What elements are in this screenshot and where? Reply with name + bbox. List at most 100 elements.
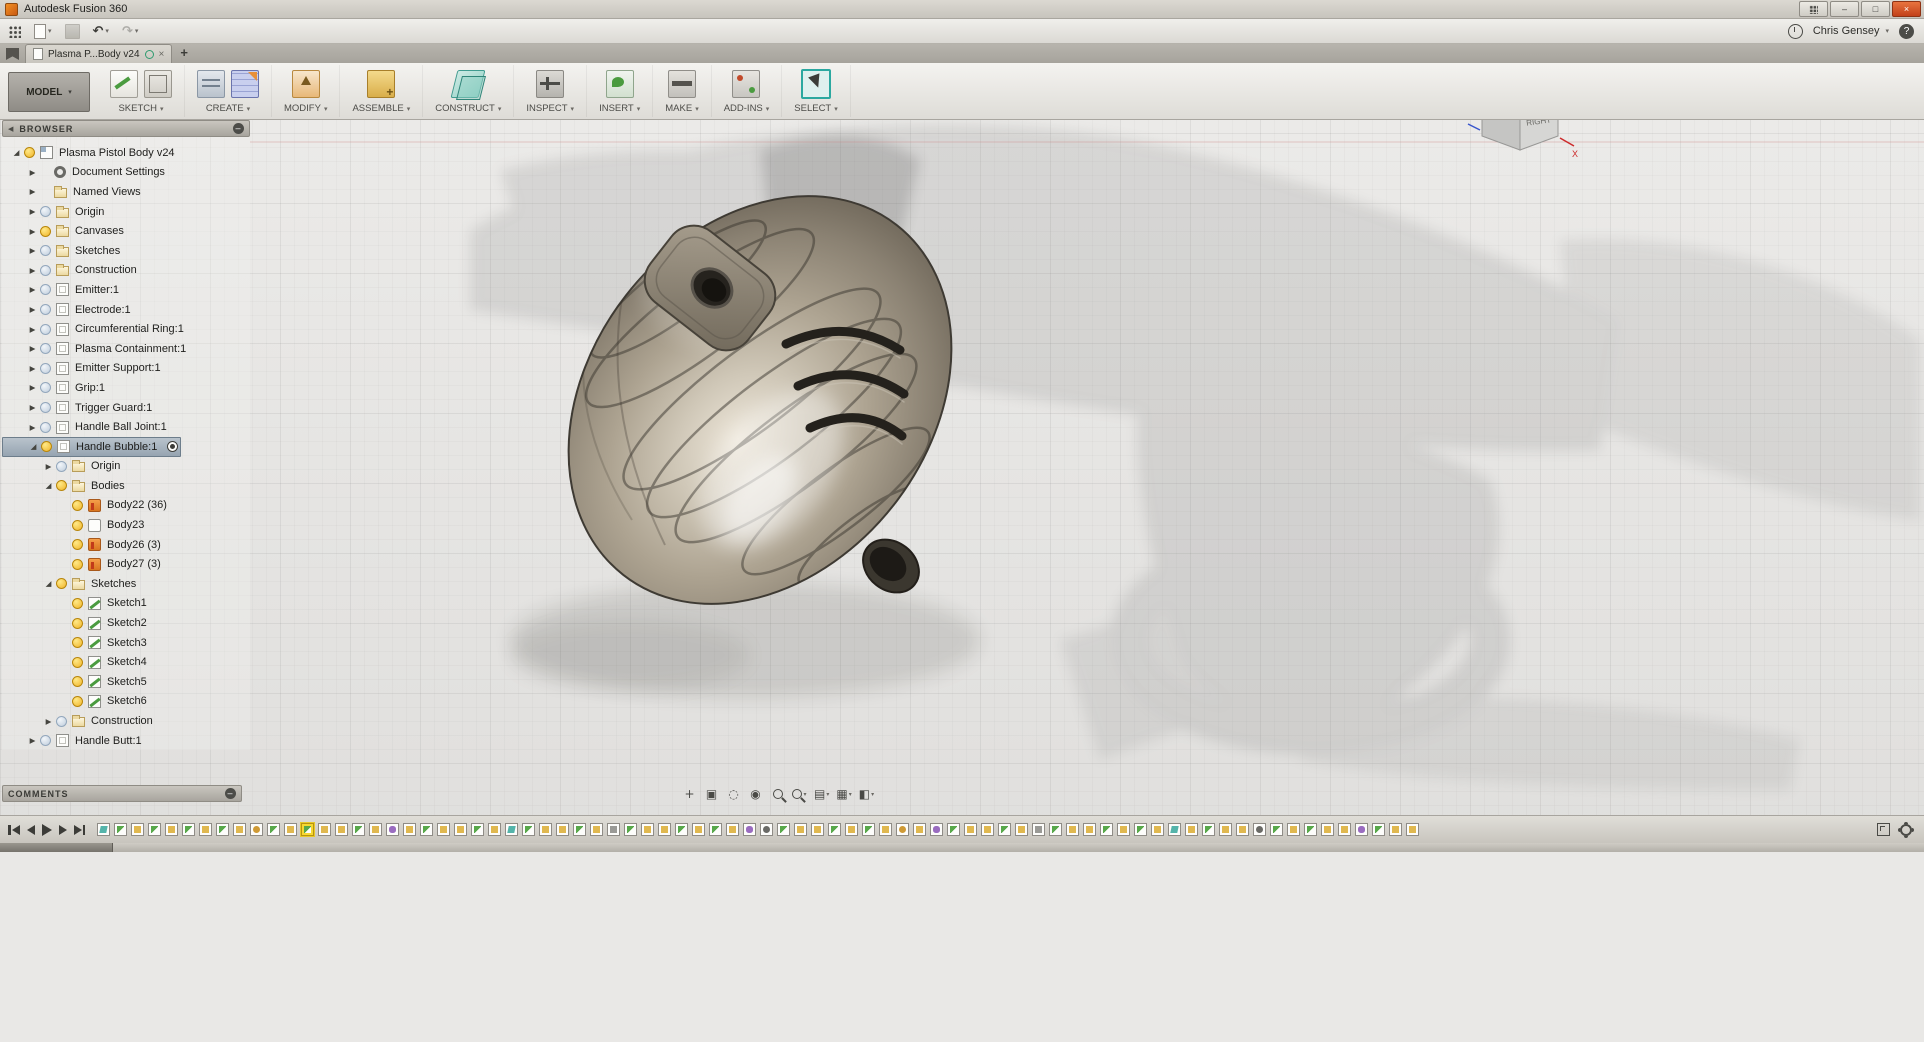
feature-feature[interactable]: [131, 823, 144, 836]
tree-item-plasma-containment-1[interactable]: ▶Plasma Containment:1: [2, 339, 250, 359]
visibility-bulb-icon[interactable]: [40, 245, 51, 256]
feature-feature[interactable]: [913, 823, 926, 836]
form-feature[interactable]: [743, 823, 756, 836]
sketch-feature[interactable]: [420, 823, 433, 836]
timeline-scrollbar-thumb[interactable]: [0, 843, 113, 852]
tree-item-body22-36-[interactable]: Body22 (36): [2, 496, 250, 516]
collapsed-arrow-icon[interactable]: ▶: [26, 736, 39, 745]
feature-feature[interactable]: [692, 823, 705, 836]
feature-feature[interactable]: [199, 823, 212, 836]
create-sketch-icon[interactable]: [110, 70, 138, 98]
sketch-feature[interactable]: [1304, 823, 1317, 836]
visibility-bulb-icon[interactable]: [40, 226, 51, 237]
tree-item-sketch3[interactable]: Sketch3: [2, 633, 250, 653]
document-tab[interactable]: Plasma P...Body v24 ×: [25, 44, 172, 63]
feature-feature[interactable]: [454, 823, 467, 836]
ribbon-group-create[interactable]: CREATE▾: [185, 65, 272, 117]
feature-feature[interactable]: [845, 823, 858, 836]
ribbon-group-insert[interactable]: INSERT▾: [587, 65, 653, 117]
expanded-arrow-icon[interactable]: ◢: [10, 148, 23, 157]
feature-feature[interactable]: [658, 823, 671, 836]
select-tool-icon[interactable]: [801, 69, 831, 99]
ribbon-group-modify[interactable]: MODIFY▾: [272, 65, 340, 117]
collapsed-arrow-icon[interactable]: ▶: [26, 305, 39, 314]
sketch-feature[interactable]: [828, 823, 841, 836]
feature-feature[interactable]: [165, 823, 178, 836]
user-account-menu[interactable]: Chris Gensey ▾: [1813, 25, 1889, 37]
expanded-arrow-icon[interactable]: ◢: [42, 579, 55, 588]
construction-plane-feature[interactable]: [1168, 823, 1181, 836]
tree-item-construction[interactable]: ▶Construction: [2, 261, 250, 281]
visibility-bulb-icon[interactable]: [40, 265, 51, 276]
mirror-feature[interactable]: [607, 823, 620, 836]
visibility-bulb-icon[interactable]: [40, 284, 51, 295]
ribbon-group-addins[interactable]: ADD-INS▾: [712, 65, 783, 117]
grid-settings-icon[interactable]: ▦▾: [836, 786, 851, 802]
collapsed-arrow-icon[interactable]: ▶: [26, 325, 39, 334]
activate-component-radio[interactable]: [167, 441, 178, 452]
feature-feature[interactable]: [1083, 823, 1096, 836]
tree-item-handle-butt-1[interactable]: ▶Handle Butt:1: [2, 731, 250, 751]
tree-item-body26-3-[interactable]: Body26 (3): [2, 535, 250, 555]
visibility-bulb-icon[interactable]: [40, 382, 51, 393]
tree-item-sketch1[interactable]: Sketch1: [2, 594, 250, 614]
sketch-feature[interactable]: [301, 823, 314, 836]
file-menu-button[interactable]: ▾: [29, 21, 57, 41]
tree-item-sketch6[interactable]: Sketch6: [2, 692, 250, 712]
mirror-feature[interactable]: [1032, 823, 1045, 836]
tree-item-emitter-1[interactable]: ▶Emitter:1: [2, 280, 250, 300]
feature-feature[interactable]: [1066, 823, 1079, 836]
feature-feature[interactable]: [488, 823, 501, 836]
app-grid-button[interactable]: [3, 21, 26, 41]
sketch-feature[interactable]: [1270, 823, 1283, 836]
visibility-bulb-icon[interactable]: [40, 304, 51, 315]
scripts-addins-icon[interactable]: [732, 70, 760, 98]
new-tab-button[interactable]: +: [180, 45, 188, 60]
feature-feature[interactable]: [981, 823, 994, 836]
primitive-box-icon[interactable]: [231, 70, 259, 98]
tree-item-origin[interactable]: ▶Origin: [2, 457, 250, 477]
help-button[interactable]: ?: [1899, 24, 1914, 39]
collapsed-arrow-icon[interactable]: ▶: [26, 285, 39, 294]
tree-item-canvases[interactable]: ▶Canvases: [2, 221, 250, 241]
sketch-feature[interactable]: [709, 823, 722, 836]
insert-canvas-icon[interactable]: [606, 70, 634, 98]
feature-feature[interactable]: [1015, 823, 1028, 836]
revolve-feature[interactable]: [896, 823, 909, 836]
construction-plane-feature[interactable]: [97, 823, 110, 836]
model-canvas[interactable]: [0, 63, 1924, 843]
feature-feature[interactable]: [284, 823, 297, 836]
collapsed-arrow-icon[interactable]: ▶: [26, 187, 39, 196]
visibility-bulb-icon[interactable]: [56, 578, 67, 589]
visibility-bulb-icon[interactable]: [72, 696, 83, 707]
collapsed-arrow-icon[interactable]: ▶: [26, 168, 39, 177]
tab-list-icon[interactable]: [6, 48, 19, 60]
tree-item-construction[interactable]: ▶Construction: [2, 711, 250, 731]
feature-feature[interactable]: [811, 823, 824, 836]
visibility-bulb-icon[interactable]: [40, 422, 51, 433]
maximize-button[interactable]: □: [1861, 1, 1890, 17]
sketch-feature[interactable]: [267, 823, 280, 836]
expanded-arrow-icon[interactable]: ◢: [42, 481, 55, 490]
sketch-feature[interactable]: [1372, 823, 1385, 836]
new-component-icon[interactable]: [367, 70, 395, 98]
sketch-feature[interactable]: [624, 823, 637, 836]
zoom-icon[interactable]: [770, 786, 785, 802]
feature-feature[interactable]: [1185, 823, 1198, 836]
tree-item-electrode-1[interactable]: ▶Electrode:1: [2, 300, 250, 320]
collapsed-arrow-icon[interactable]: ▶: [26, 383, 39, 392]
sketch-feature[interactable]: [114, 823, 127, 836]
sketch-feature[interactable]: [471, 823, 484, 836]
feature-feature[interactable]: [403, 823, 416, 836]
visibility-bulb-icon[interactable]: [72, 637, 83, 648]
construction-plane-feature[interactable]: [505, 823, 518, 836]
sketch-box-icon[interactable]: [144, 70, 172, 98]
ribbon-group-sketch[interactable]: SKETCH▾: [98, 65, 185, 117]
collapsed-arrow-icon[interactable]: ▶: [42, 717, 55, 726]
feature-feature[interactable]: [726, 823, 739, 836]
feature-feature[interactable]: [1236, 823, 1249, 836]
print-3d-icon[interactable]: [668, 70, 696, 98]
visibility-bulb-icon[interactable]: [72, 657, 83, 668]
sketch-feature[interactable]: [675, 823, 688, 836]
window-extra-button[interactable]: [1799, 1, 1828, 17]
